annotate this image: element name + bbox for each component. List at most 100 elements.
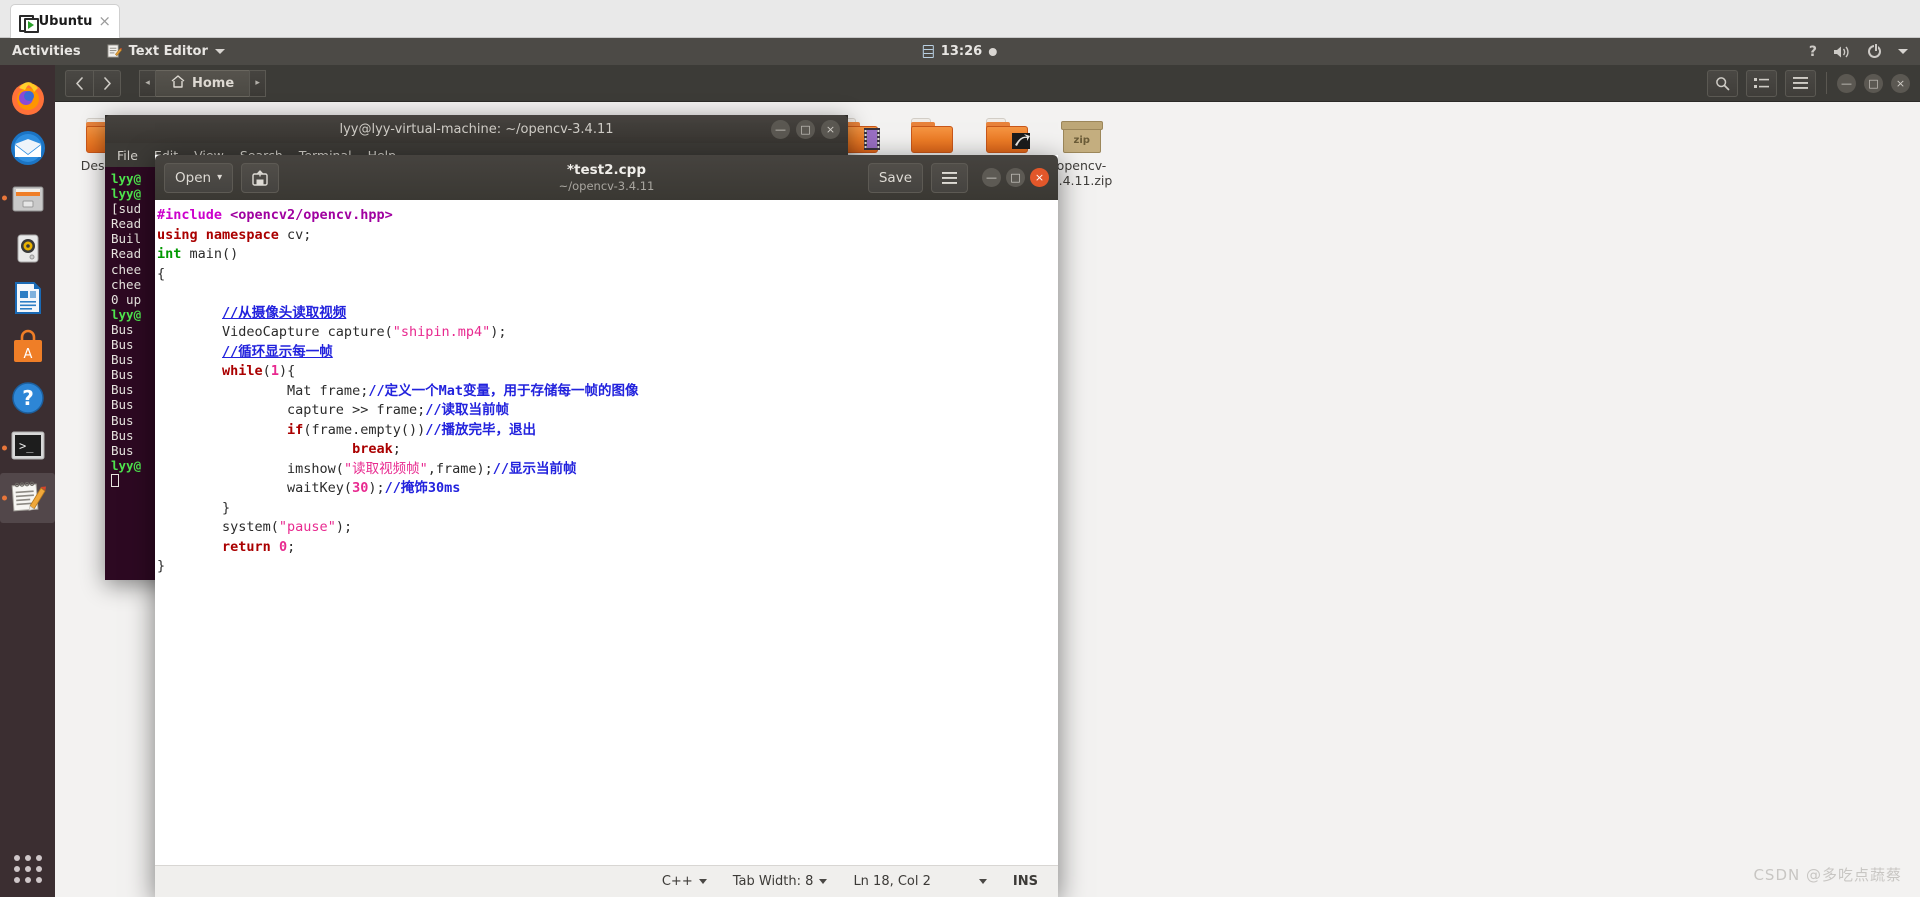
- terminal-prompt: lyy@: [111, 171, 142, 186]
- code-line: return 0;: [157, 538, 1058, 558]
- cursor-position[interactable]: Ln 18, Col 2: [853, 874, 987, 889]
- code-token: 1: [270, 363, 279, 379]
- hamburger-menu-icon[interactable]: [1785, 69, 1816, 97]
- code-line: while(1){: [157, 362, 1058, 382]
- running-indicator: [2, 195, 7, 201]
- terminal-text: Bus: [111, 442, 134, 458]
- language-selector[interactable]: C++: [662, 874, 707, 889]
- folder-icon: [985, 118, 1030, 154]
- clock-area[interactable]: 13:26: [922, 44, 998, 59]
- code-line: //从摄像头读取视频: [157, 304, 1058, 324]
- code-token: //显示当前帧: [492, 460, 577, 477]
- activities-button[interactable]: Activities: [12, 44, 81, 59]
- minimize-button[interactable]: —: [982, 168, 1001, 187]
- maximize-button[interactable]: □: [1006, 168, 1025, 187]
- code-token: ;: [287, 538, 296, 555]
- calendar-icon: [922, 45, 934, 58]
- terminal-prompt: lyy@: [111, 306, 142, 322]
- close-button[interactable]: ×: [1891, 73, 1910, 93]
- launcher-item-libreoffice-writer[interactable]: [0, 273, 55, 323]
- close-button[interactable]: ×: [1030, 168, 1049, 187]
- minimize-button[interactable]: —: [771, 119, 790, 139]
- document-path-label: ~/opencv-3.4.11: [558, 179, 655, 193]
- launcher-item-ubuntu-software[interactable]: A: [0, 323, 55, 373]
- terminal-prompt: lyy@: [111, 457, 142, 473]
- maximize-button[interactable]: □: [796, 119, 815, 139]
- maximize-button[interactable]: □: [1864, 73, 1883, 93]
- vm-tab-ubuntu[interactable]: Ubuntu ×: [10, 4, 120, 38]
- code-line: waitKey(30);//掩饰30ms: [157, 479, 1058, 499]
- chevron-down-icon: [978, 879, 987, 884]
- link-overlay-icon: [1011, 131, 1033, 155]
- code-token: "读取视频帧": [343, 460, 428, 477]
- terminal-menu-item[interactable]: File: [117, 148, 138, 163]
- files-toolbar: ◂ Home ▸ — □ ×: [55, 65, 1920, 102]
- terminal-prompt: lyy@: [111, 186, 142, 202]
- open-button[interactable]: Open ▾: [164, 162, 234, 193]
- chevron-down-icon: ▾: [217, 172, 223, 183]
- show-applications-button[interactable]: [0, 855, 55, 883]
- terminal-text: Bus: [111, 412, 134, 428]
- code-token: ,frame);: [427, 460, 493, 477]
- code-line: }: [157, 499, 1058, 519]
- launcher-item-firefox[interactable]: [0, 73, 55, 123]
- code-token: cv;: [278, 226, 312, 243]
- terminal-text: chee: [111, 261, 142, 277]
- code-token: break: [352, 441, 393, 457]
- svg-text:?: ?: [22, 386, 34, 410]
- breadcrumb-prev-button[interactable]: ◂: [139, 69, 156, 97]
- code-token: imshow(: [157, 460, 344, 477]
- tab-width-label: Tab Width: 8: [732, 874, 814, 889]
- save-button[interactable]: Save: [867, 162, 923, 193]
- code-token: ;: [392, 441, 401, 457]
- code-line: //循环显示每一帧: [157, 343, 1058, 363]
- app-menu[interactable]: Text Editor: [107, 44, 225, 59]
- code-token: }: [157, 558, 166, 574]
- close-button[interactable]: ×: [821, 119, 840, 139]
- launcher-item-terminal[interactable]: >_: [0, 423, 55, 473]
- breadcrumb-item-home[interactable]: Home: [156, 69, 250, 97]
- terminal-cursor: [111, 473, 119, 487]
- code-line: {: [157, 265, 1058, 285]
- code-token: (frame.empty()): [303, 421, 426, 438]
- chevron-down-icon[interactable]: [1898, 49, 1908, 54]
- text-editor-icon: [107, 44, 122, 59]
- launcher-item-rhythmbox[interactable]: [0, 223, 55, 273]
- code-token: {: [157, 265, 166, 282]
- recording-indicator-icon: [989, 47, 998, 56]
- back-button[interactable]: [65, 69, 93, 97]
- code-token: using namespace: [157, 226, 279, 243]
- minimize-button[interactable]: —: [1837, 73, 1856, 93]
- terminal-text: Bus: [111, 397, 134, 413]
- launcher-item-thunderbird[interactable]: [0, 123, 55, 173]
- launcher-item-help[interactable]: ?: [0, 373, 55, 423]
- tab-width-selector[interactable]: Tab Width: 8: [733, 874, 828, 889]
- launcher-item-text-editor[interactable]: [0, 473, 55, 523]
- forward-button[interactable]: [93, 69, 121, 97]
- terminal-text: Bus: [111, 367, 134, 383]
- code-editor-area[interactable]: #include <opencv2/opencv.hpp> using names…: [155, 200, 1058, 865]
- code-token: #include: [157, 207, 231, 223]
- watermark: CSDN @多吃点蔬蔡: [1753, 866, 1902, 884]
- divider: [1826, 72, 1827, 94]
- save-as-icon[interactable]: [241, 162, 280, 193]
- list-view-icon[interactable]: [1746, 69, 1777, 97]
- terminal-text: Read: [111, 216, 142, 232]
- power-icon[interactable]: [1868, 44, 1881, 58]
- hamburger-menu-icon[interactable]: [931, 162, 968, 193]
- code-line: if(frame.empty())//播放完毕，退出: [157, 421, 1058, 441]
- code-token: (: [262, 363, 271, 379]
- vm-tab-label: Ubuntu: [38, 14, 93, 29]
- launcher-item-files[interactable]: [0, 173, 55, 223]
- search-icon[interactable]: [1707, 69, 1738, 97]
- breadcrumb-next-button[interactable]: ▸: [249, 69, 267, 97]
- terminal-text: Bus: [111, 321, 134, 337]
- close-icon[interactable]: ×: [98, 14, 111, 29]
- chevron-down-icon: [214, 49, 225, 54]
- volume-icon[interactable]: [1833, 45, 1851, 59]
- accessibility-icon[interactable]: ?: [1809, 44, 1817, 60]
